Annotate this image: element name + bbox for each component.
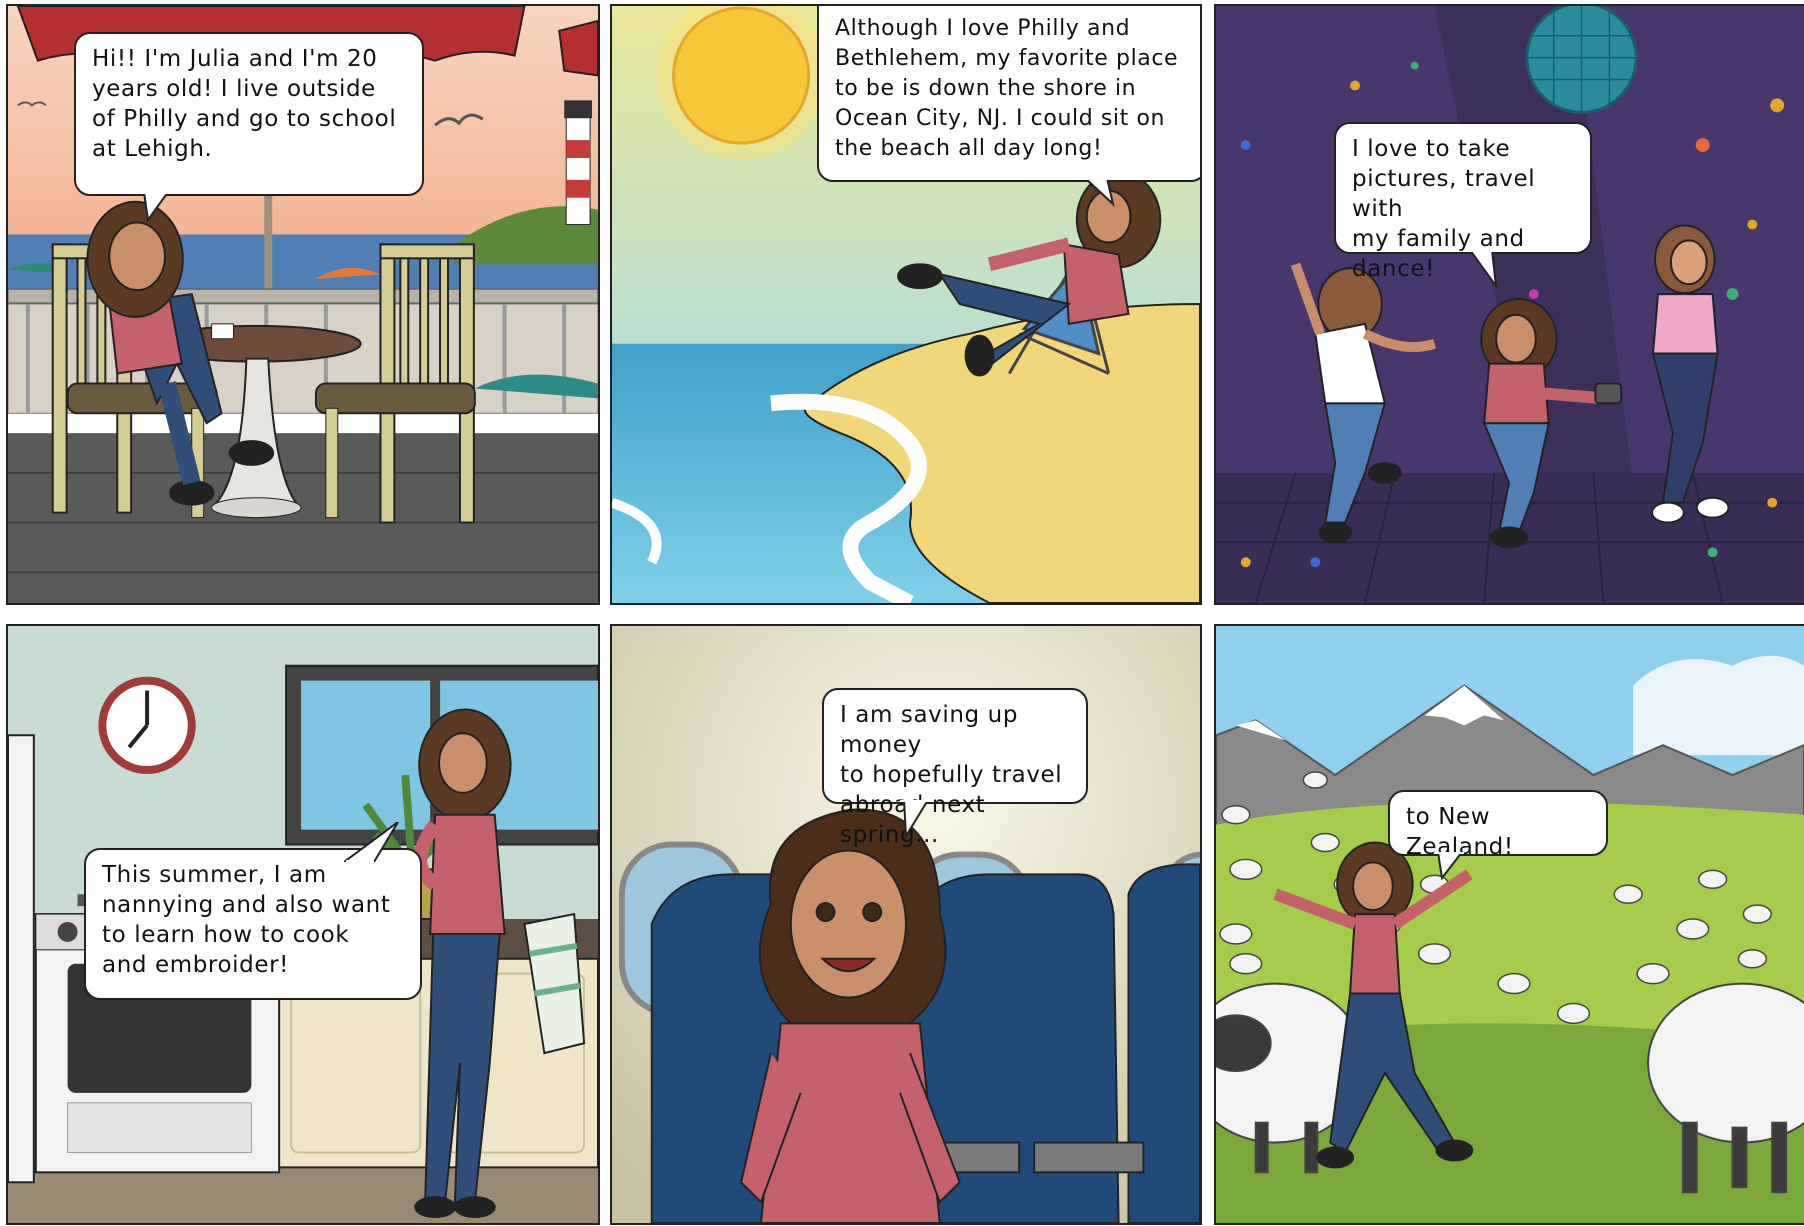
speech-bubble: to New Zealand! [1388, 790, 1608, 860]
camera-icon [1594, 382, 1623, 405]
speech-bubble-tail [344, 822, 399, 862]
speech-bubble-tail [900, 800, 930, 840]
speech-bubble: This summer, I am nannying and also want… [84, 848, 422, 1000]
new-zealand-field-illustration [1216, 626, 1804, 1223]
disco-ball-icon [1525, 6, 1638, 114]
speech-bubble: Although I love Philly and Bethlehem, my… [817, 6, 1200, 182]
dance-floor-illustration [1216, 6, 1804, 603]
comic-panel-1: Hi!! I'm Julia and I'm 20 years old! I l… [6, 4, 600, 605]
speech-bubble-tail [1081, 178, 1115, 207]
speech-text: I am saving up money to hopefully travel… [840, 702, 1063, 848]
speech-bubble-tail [140, 192, 172, 222]
comic-panel-3: I love to take pictures, travel with my … [1214, 4, 1804, 605]
lighthouse-icon [564, 100, 593, 226]
clock-icon [98, 676, 196, 775]
speech-bubble: Hi!! I'm Julia and I'm 20 years old! I l… [74, 32, 424, 196]
comic-panel-2: Although I love Philly and Bethlehem, my… [610, 4, 1202, 605]
speech-text: Hi!! I'm Julia and I'm 20 years old! I l… [92, 46, 397, 162]
speech-bubble-tail [1434, 852, 1464, 881]
speech-text: Although I love Philly and Bethlehem, my… [835, 16, 1179, 161]
speech-text: This summer, I am nannying and also want… [102, 862, 391, 978]
comic-panel-5: I am saving up money to hopefully travel… [610, 624, 1202, 1225]
speech-bubble-tail [1466, 250, 1498, 290]
speech-text: I love to take pictures, travel with my … [1352, 136, 1536, 282]
comic-panel-6: to New Zealand! [1214, 624, 1804, 1225]
speech-bubble: I am saving up money to hopefully travel… [822, 688, 1088, 848]
comic-panel-4: This summer, I am nannying and also want… [6, 624, 600, 1225]
speech-bubble: I love to take pictures, travel with my … [1334, 122, 1592, 282]
